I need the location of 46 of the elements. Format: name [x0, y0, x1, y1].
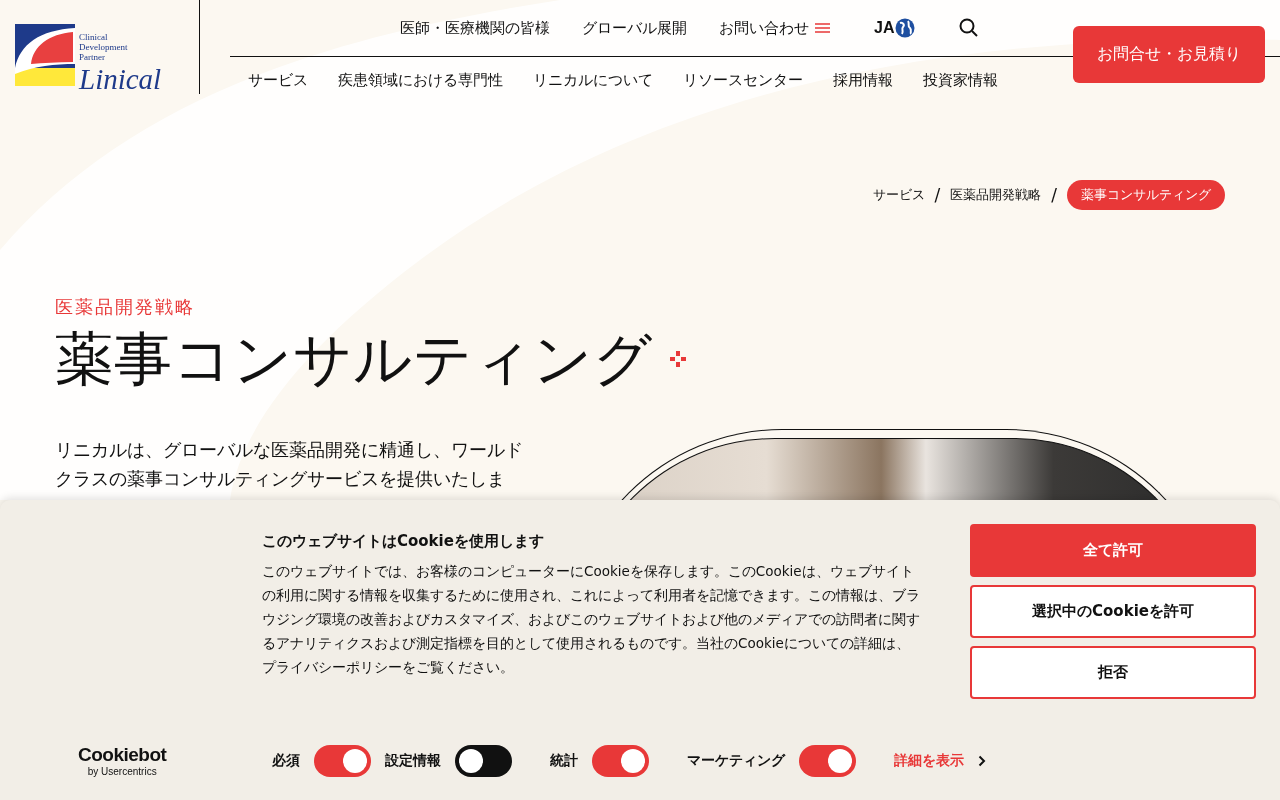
- search-icon: [959, 18, 980, 38]
- breadcrumb-link[interactable]: 薬事コンサルティング: [1067, 180, 1225, 210]
- cookie-text: このウェブサイトでは、お客様のコンピューターにCookieを保存します。このCookieは、ウェブサイトの利用に関する情報を収集するために使用され、これによって利用者を記憶できます。この情報は、ブラウジング環境の改善およびカスタマイズ、およびこのウェブサイトおよび他のメディアでの訪問者に関するアナリティクスおよび測定指標を目的として使用されるものです。当社のCookieについての詳細は、プライバシーポリシーをご覧ください。: [262, 562, 921, 677]
- toggle-switch[interactable]: [799, 744, 857, 777]
- cookiebot-tagline: by Usercentrics: [87, 766, 157, 777]
- language-link[interactable]: JA: [874, 18, 916, 38]
- contact-button[interactable]: お問合せ・お見積り: [1073, 26, 1265, 83]
- logo-tagline: Partner: [79, 52, 106, 62]
- breadcrumb-link[interactable]: 医薬品開発戦略: [950, 186, 1042, 204]
- consent-button[interactable]: 全て許可: [970, 524, 1256, 577]
- nav-link[interactable]: グローバル展開: [582, 18, 687, 38]
- nav-link[interactable]: サービス: [248, 71, 308, 90]
- nav-link[interactable]: リソースセンター: [683, 71, 803, 90]
- toggle-label: 統計: [550, 751, 579, 770]
- toggle-label: マーケティング: [687, 751, 786, 770]
- logo-mark-icon: [15, 24, 75, 86]
- cookie-heading: このウェブサイトはCookieを使用します: [262, 532, 545, 551]
- details-link[interactable]: 詳細を表示: [894, 751, 987, 770]
- plus-icon: [669, 350, 687, 368]
- globe-icon: [895, 18, 916, 38]
- breadcrumb-link[interactable]: サービス: [872, 186, 925, 204]
- intro-paragraph: リニカルは、グローバルな医薬品開発に精通し、ワールドクラスの薬事コンサルティングサービスを提供いたしま: [55, 438, 524, 491]
- nav-link[interactable]: 疾患領域における専門性: [338, 71, 503, 90]
- nav-link[interactable]: 投資家情報: [923, 71, 998, 90]
- category-label: 医薬品開発戦略: [55, 295, 196, 319]
- breadcrumb-separator: /: [934, 185, 941, 205]
- toggle-switch[interactable]: [592, 744, 650, 777]
- nav-link[interactable]: お問い合わせ: [719, 18, 830, 38]
- toggle-label: 必須: [272, 751, 301, 770]
- breadcrumb-separator: /: [1051, 185, 1057, 205]
- nav-link[interactable]: リニカルについて: [533, 71, 653, 90]
- chevron-right-icon: [978, 754, 987, 767]
- nav-link[interactable]: 医師・医療機関の皆様: [400, 18, 550, 38]
- nav-link[interactable]: 採用情報: [833, 71, 893, 90]
- page-title: 薬事コンサルティング: [55, 324, 653, 395]
- consent-button[interactable]: 拒否: [970, 646, 1256, 699]
- menu-icon: [815, 23, 830, 33]
- toggle-switch[interactable]: [455, 744, 513, 777]
- cookiebot-logo: Cookiebot: [78, 744, 167, 766]
- logo-tagline: Development: [79, 42, 129, 52]
- toggle-switch[interactable]: [314, 744, 372, 777]
- search-button[interactable]: [959, 18, 980, 38]
- consent-button[interactable]: 選択中のCookieを許可: [970, 585, 1256, 638]
- logo-wordmark: Linical: [79, 64, 162, 94]
- logo-tagline: Clinical: [79, 32, 109, 42]
- toggle-label: 設定情報: [385, 751, 442, 770]
